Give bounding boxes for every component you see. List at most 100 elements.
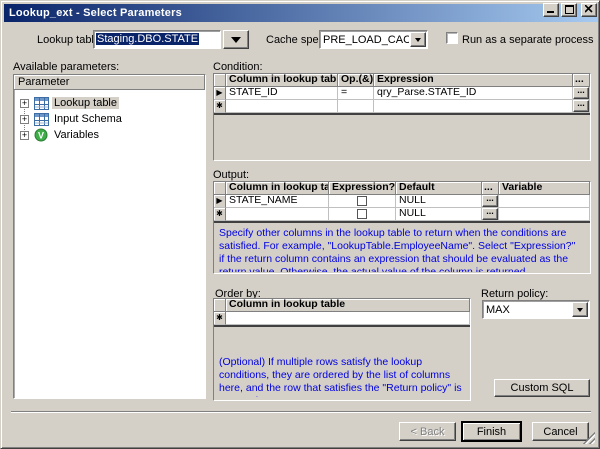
output-cell-variable[interactable] [499,208,590,221]
output-row-new[interactable]: ✱ NULL ... [214,208,590,221]
cache-spec-dropdown-button[interactable] [410,32,426,47]
tree-item-lookup-table[interactable]: + Lookup table [14,95,205,111]
expression-checkbox[interactable] [357,209,367,219]
order-by-help-text: (Optional) If multiple rows satisfy the … [219,356,465,397]
output-cell-default[interactable]: NULL [396,208,482,221]
available-parameters-label: Available parameters: [13,61,119,73]
order-by-panel: Column in lookup table ✱ (Optional) If m… [213,298,471,401]
output-cell-default[interactable]: NULL [396,195,482,208]
cache-spec-combobox[interactable]: PRE_LOAD_CACHE [319,30,428,49]
expand-plus-icon[interactable]: + [20,99,29,108]
row-new-icon[interactable]: ✱ [214,312,226,325]
expand-plus-icon[interactable]: + [20,131,29,140]
available-parameters-tree: Parameter + Lookup table + Input Schema … [13,74,206,399]
output-col-expression[interactable]: Expression? [329,182,396,195]
output-grid: Column in lookup table Expression? Defau… [214,182,590,223]
back-button[interactable]: < Back [399,422,456,441]
condition-panel: Column in lookup table Op.(&) Expression… [213,73,591,161]
ellipsis-button[interactable]: ... [573,87,589,99]
ellipsis-button[interactable]: ... [482,208,498,220]
chevron-down-icon [415,38,421,42]
minimize-button[interactable] [543,3,559,17]
cache-spec-label: Cache spec: [266,34,327,46]
order-by-header-row: Column in lookup table [214,299,470,312]
custom-sql-button[interactable]: Custom SQL [494,379,590,397]
row-new-icon[interactable]: ✱ [214,208,226,221]
svg-text:V: V [38,131,44,141]
order-by-cell-column[interactable] [226,312,470,325]
return-policy-combobox[interactable]: MAX [482,300,590,319]
condition-row-new[interactable]: ✱ ... [214,100,590,113]
output-col-more: ... [482,182,499,195]
condition-col-expression[interactable]: Expression [374,74,573,87]
ellipsis-button[interactable]: ... [482,195,498,207]
output-row[interactable]: ▶ STATE_NAME NULL ... [214,195,590,208]
output-cell-expression[interactable] [329,208,396,221]
maximize-button[interactable] [561,3,577,17]
order-by-grid: Column in lookup table ✱ [214,299,470,327]
condition-label: Condition: [213,61,263,73]
lookup-table-dropdown-button[interactable] [223,30,249,49]
condition-cell-op[interactable] [338,100,374,113]
footer-divider [11,411,591,413]
maximize-icon [565,5,574,14]
order-by-row-new[interactable]: ✱ [214,312,470,325]
run-separate-process-checkbox[interactable] [446,32,458,44]
condition-col-more: ... [573,74,590,87]
order-by-col-column[interactable]: Column in lookup table [226,299,470,312]
resize-grip[interactable] [583,432,595,444]
condition-cell-expression[interactable] [374,100,573,113]
tree-item-label[interactable]: Variables [52,129,101,141]
output-label: Output: [213,169,249,181]
expression-checkbox[interactable] [357,196,367,206]
lookup-table-value: Staging.DBO.STATE [96,33,199,45]
output-cell-variable[interactable] [499,195,590,208]
condition-cell-op[interactable]: = [338,87,374,100]
output-col-variable[interactable]: Variable [499,182,590,195]
chevron-down-icon [231,37,241,43]
output-cell-column[interactable] [226,208,329,221]
condition-header-row: Column in lookup table Op.(&) Expression… [214,74,590,87]
output-col-default[interactable]: Default [396,182,482,195]
row-new-icon[interactable]: ✱ [214,100,226,113]
output-col-column[interactable]: Column in lookup table [226,182,329,195]
output-header-row: Column in lookup table Expression? Defau… [214,182,590,195]
variable-icon: V [34,128,49,142]
finish-button[interactable]: Finish [462,422,521,441]
output-help-text: Specify other columns in the lookup tabl… [219,227,581,272]
condition-cell-column[interactable]: STATE_ID [226,87,338,100]
close-icon [585,5,593,13]
row-selector-icon[interactable]: ▶ [214,87,226,100]
condition-col-column[interactable]: Column in lookup table [226,74,338,87]
lookup-table-input[interactable]: Staging.DBO.STATE [93,30,221,49]
table-icon [34,96,49,110]
cache-spec-value: PRE_LOAD_CACHE [320,34,409,46]
tree-item-input-schema[interactable]: + Input Schema [14,111,205,127]
lookup-ext-dialog: Lookup_ext - Select Parameters Lookup ta… [0,0,600,449]
condition-cell-expression[interactable]: qry_Parse.STATE_ID [374,87,573,100]
tree-item-label[interactable]: Input Schema [52,113,124,125]
row-selector-icon[interactable]: ▶ [214,195,226,208]
cancel-button[interactable]: Cancel [532,422,589,441]
close-button[interactable] [581,3,597,17]
table-icon [34,112,49,126]
minimize-icon [547,11,555,14]
return-policy-dropdown-button[interactable] [572,302,588,317]
condition-col-op[interactable]: Op.(&) [338,74,374,87]
tree-item-label[interactable]: Lookup table [52,97,119,109]
condition-cell-column[interactable] [226,100,338,113]
condition-grid: Column in lookup table Op.(&) Expression… [214,74,590,115]
tree-item-variables[interactable]: + V Variables [14,127,205,143]
return-policy-label: Return policy: [481,288,548,300]
condition-row[interactable]: ▶ STATE_ID = qry_Parse.STATE_ID ... [214,87,590,100]
ellipsis-button[interactable]: ... [573,100,589,112]
window-title: Lookup_ext - Select Parameters [4,7,182,19]
expand-plus-icon[interactable]: + [20,115,29,124]
output-panel: Column in lookup table Expression? Defau… [213,181,591,274]
output-cell-expression[interactable] [329,195,396,208]
chevron-down-icon [577,308,583,312]
run-separate-process-label: Run as a separate process [462,34,593,46]
title-bar[interactable]: Lookup_ext - Select Parameters [4,4,598,22]
output-cell-column[interactable]: STATE_NAME [226,195,329,208]
tree-column-header[interactable]: Parameter [14,75,205,90]
